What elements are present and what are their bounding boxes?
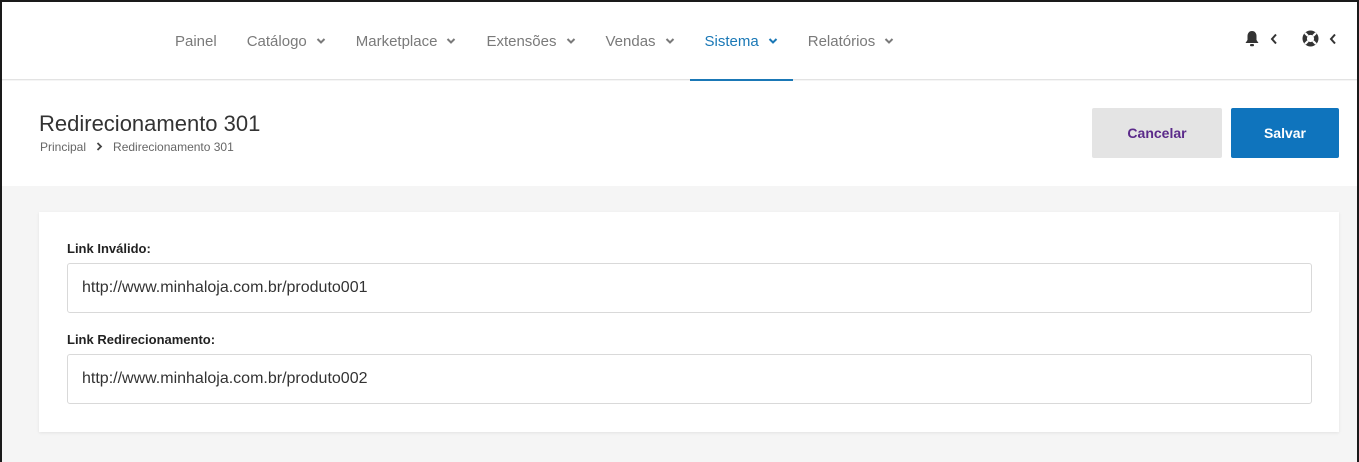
invalid-link-input[interactable] [67, 263, 1312, 313]
notifications-button[interactable] [1244, 30, 1278, 52]
page-header: Redirecionamento 301 Principal Redirecio… [2, 81, 1357, 186]
nav-item-relatorios[interactable]: Relatórios [793, 2, 910, 80]
nav-item-extensoes[interactable]: Extensões [471, 2, 590, 80]
nav-item-label: Sistema [704, 32, 759, 50]
page-title: Redirecionamento 301 [39, 111, 261, 136]
chevron-down-icon [566, 36, 576, 46]
top-navigation: Painel Catálogo Marketplace Extensões Ve… [2, 2, 1357, 81]
chevron-right-icon [96, 140, 103, 154]
nav-item-label: Catálogo [246, 32, 307, 50]
nav-item-catalogo[interactable]: Catálogo [232, 2, 341, 80]
save-button[interactable]: Salvar [1231, 108, 1339, 158]
breadcrumb-item-current: Redirecionamento 301 [113, 140, 234, 154]
support-icon [1302, 30, 1319, 52]
chevron-down-icon [665, 36, 675, 46]
chevron-down-icon [768, 36, 778, 46]
nav-item-marketplace[interactable]: Marketplace [341, 2, 472, 80]
main-menu: Painel Catálogo Marketplace Extensões Ve… [160, 2, 910, 81]
support-button[interactable] [1302, 30, 1337, 52]
nav-item-label: Relatórios [807, 32, 876, 50]
nav-item-label: Extensões [486, 32, 557, 50]
bell-icon [1244, 30, 1260, 52]
nav-item-sistema[interactable]: Sistema [689, 2, 793, 81]
nav-icons [1220, 2, 1337, 80]
nav-item-painel[interactable]: Painel [160, 2, 232, 80]
chevron-down-icon [316, 36, 326, 46]
chevron-down-icon [446, 36, 456, 46]
chevron-down-icon [884, 36, 894, 46]
chevron-left-icon [1329, 32, 1337, 50]
redirect-form-card: Link Inválido: Link Redirecionamento: [39, 212, 1339, 432]
app-frame: Painel Catálogo Marketplace Extensões Ve… [0, 0, 1359, 462]
redirect-link-input[interactable] [67, 354, 1312, 404]
nav-item-label: Marketplace [355, 32, 438, 50]
breadcrumb-item-principal[interactable]: Principal [40, 140, 86, 154]
breadcrumb: Principal Redirecionamento 301 [40, 140, 234, 154]
nav-item-vendas[interactable]: Vendas [591, 2, 690, 80]
nav-item-label: Painel [175, 32, 217, 50]
nav-item-label: Vendas [605, 32, 656, 50]
invalid-link-label: Link Inválido: [67, 241, 151, 256]
chevron-left-icon [1270, 32, 1278, 50]
redirect-link-label: Link Redirecionamento: [67, 332, 216, 347]
cancel-button[interactable]: Cancelar [1092, 108, 1222, 158]
